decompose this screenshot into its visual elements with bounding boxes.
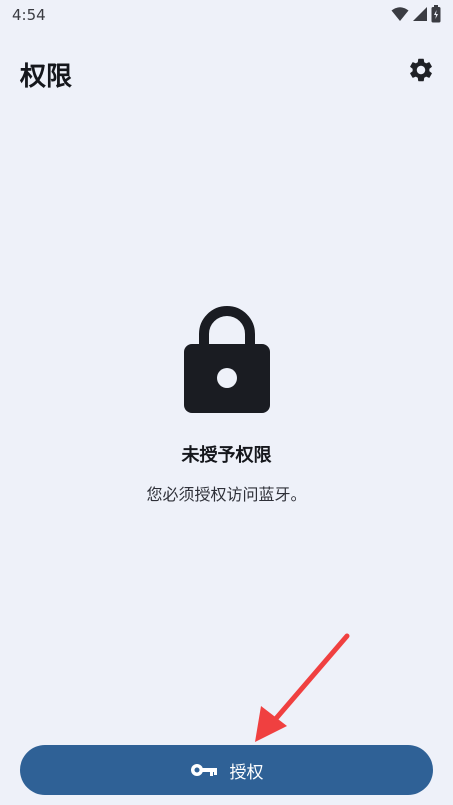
grant-permission-button[interactable]: 授权: [20, 745, 433, 795]
signal-icon: [413, 7, 427, 21]
empty-state-title: 未授予权限: [181, 445, 272, 466]
battery-icon: [431, 5, 441, 23]
empty-state-subtitle: 您必须授权访问蓝牙。: [146, 485, 307, 504]
app-bar: 权限: [0, 40, 453, 104]
settings-button[interactable]: [405, 54, 437, 86]
wifi-icon: [391, 7, 409, 21]
status-bar: 4:54: [0, 0, 453, 32]
empty-state: 未授予权限 您必须授权访问蓝牙。: [0, 300, 453, 505]
grant-button-label: 授权: [229, 762, 264, 783]
page-title: 权限: [20, 62, 73, 92]
key-icon: [190, 764, 217, 776]
gear-icon: [410, 58, 432, 82]
status-icons: [391, 5, 441, 23]
annotation-arrow-icon: [255, 633, 350, 742]
status-time: 4:54: [12, 6, 46, 24]
lock-icon: [183, 306, 270, 413]
